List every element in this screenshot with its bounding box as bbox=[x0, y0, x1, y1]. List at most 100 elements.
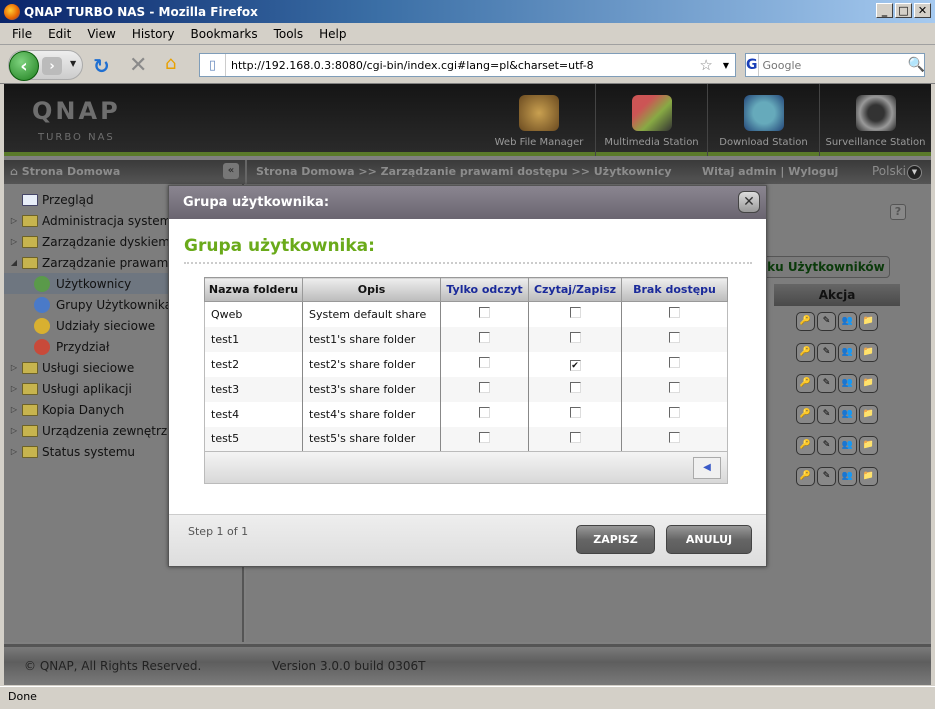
google-engine-icon[interactable]: G bbox=[746, 54, 759, 76]
expand-icon[interactable]: ▷ bbox=[8, 237, 20, 246]
key-icon[interactable]: 🔑 bbox=[796, 374, 815, 393]
language-label[interactable]: Polski bbox=[872, 164, 906, 178]
edit-icon[interactable]: ✎ bbox=[817, 374, 836, 393]
key-icon[interactable]: 🔑 bbox=[796, 405, 815, 424]
group-icon[interactable]: 👥 bbox=[838, 374, 857, 393]
menu-view[interactable]: View bbox=[79, 27, 123, 41]
stop-icon[interactable]: ✕ bbox=[129, 53, 147, 78]
expand-icon[interactable]: ▷ bbox=[8, 405, 20, 414]
edit-icon[interactable]: ✎ bbox=[817, 436, 836, 455]
expand-icon[interactable]: ▷ bbox=[8, 384, 20, 393]
url-dropdown-icon[interactable]: ▼ bbox=[723, 61, 729, 70]
folder-description: test4's share folder bbox=[302, 401, 441, 427]
group-icon[interactable]: 👥 bbox=[838, 467, 857, 486]
read-only-checkbox[interactable] bbox=[479, 357, 490, 368]
app-download-station[interactable]: Download Station bbox=[707, 84, 819, 156]
key-icon[interactable]: 🔑 bbox=[796, 436, 815, 455]
read-only-checkbox[interactable] bbox=[479, 332, 490, 343]
menu-help[interactable]: Help bbox=[311, 27, 354, 41]
back-button[interactable]: ‹ bbox=[9, 51, 39, 81]
group-icon[interactable]: 👥 bbox=[838, 312, 857, 331]
sidebar-home-link[interactable]: ⌂ Strona Domowa bbox=[10, 165, 120, 178]
dialog-close-button[interactable]: ✕ bbox=[738, 191, 760, 213]
user-list-tab[interactable]: lku Użytkowników bbox=[756, 256, 890, 278]
home-icon[interactable]: ⌂ bbox=[165, 53, 176, 74]
read-write-checkbox[interactable] bbox=[569, 332, 581, 343]
edit-icon[interactable]: ✎ bbox=[817, 343, 836, 362]
read-only-checkbox[interactable] bbox=[479, 407, 490, 418]
breadcrumb[interactable]: Strona Domowa >> Zarządzanie prawami dos… bbox=[256, 165, 672, 178]
read-write-checkbox[interactable] bbox=[569, 407, 581, 418]
url-bar[interactable]: ▯ http://192.168.0.3:8080/cgi-bin/index.… bbox=[199, 53, 736, 77]
help-icon[interactable]: ? bbox=[890, 204, 906, 220]
menu-edit[interactable]: Edit bbox=[40, 27, 79, 41]
app-surveillance-station[interactable]: Surveillance Station bbox=[819, 84, 931, 156]
collapse-icon[interactable]: ◢ bbox=[8, 258, 20, 267]
app-web-file-manager[interactable]: Web File Manager bbox=[483, 84, 595, 156]
edit-icon[interactable]: ✎ bbox=[817, 312, 836, 331]
col-read-write[interactable]: Czytaj/Zapisz bbox=[528, 277, 622, 302]
no-access-checkbox[interactable] bbox=[669, 382, 680, 393]
col-no-access[interactable]: Brak dostępu bbox=[621, 277, 728, 302]
key-icon[interactable]: 🔑 bbox=[796, 312, 815, 331]
sidebar-item-label: Usługi aplikacji bbox=[42, 381, 132, 396]
reload-icon[interactable]: ↻ bbox=[93, 54, 110, 78]
collapse-sidebar-button[interactable]: « bbox=[223, 163, 239, 179]
close-button[interactable]: ✕ bbox=[914, 3, 931, 18]
menu-file[interactable]: File bbox=[4, 27, 40, 41]
language-dropdown-icon[interactable]: ▼ bbox=[907, 165, 922, 180]
no-access-checkbox[interactable] bbox=[669, 307, 680, 319]
sidebar-item-label: Urządzenia zewnętrzne bbox=[42, 423, 183, 438]
expand-icon[interactable]: ▷ bbox=[8, 447, 20, 456]
share-icon[interactable]: 📁 bbox=[859, 436, 878, 455]
expand-icon[interactable]: ▷ bbox=[8, 363, 20, 372]
group-icon[interactable]: 👥 bbox=[838, 405, 857, 424]
no-access-checkbox[interactable] bbox=[669, 357, 680, 368]
group-icon[interactable]: 👥 bbox=[838, 436, 857, 455]
search-input[interactable] bbox=[758, 58, 908, 72]
read-write-checkbox[interactable]: ✔ bbox=[569, 359, 581, 371]
edit-icon[interactable]: ✎ bbox=[817, 405, 836, 424]
minimize-button[interactable]: _ bbox=[876, 3, 893, 18]
share-icon[interactable]: 📁 bbox=[859, 343, 878, 362]
history-dropdown-icon[interactable]: ▼ bbox=[70, 59, 76, 68]
col-read-only[interactable]: Tylko odczyt bbox=[440, 277, 529, 302]
read-only-checkbox[interactable] bbox=[479, 382, 490, 393]
group-icon[interactable]: 👥 bbox=[838, 343, 857, 362]
maximize-button[interactable]: □ bbox=[895, 3, 912, 18]
search-icon[interactable]: 🔍 bbox=[908, 57, 925, 73]
url-text[interactable]: http://192.168.0.3:8080/cgi-bin/index.cg… bbox=[226, 59, 699, 72]
window-title-bar: QNAP TURBO NAS - Mozilla Firefox _ □ ✕ bbox=[0, 0, 935, 23]
share-icon[interactable]: 📁 bbox=[859, 374, 878, 393]
share-icon[interactable]: 📁 bbox=[859, 405, 878, 424]
user-group-dialog: Grupa użytkownika: ✕ Grupa użytkownika: … bbox=[168, 185, 767, 567]
read-write-checkbox[interactable] bbox=[569, 431, 581, 443]
expand-icon[interactable]: ▷ bbox=[8, 216, 20, 225]
app-multimedia-station[interactable]: Multimedia Station bbox=[595, 84, 707, 156]
prev-page-button[interactable]: ◀ bbox=[693, 457, 721, 479]
edit-icon[interactable]: ✎ bbox=[817, 467, 836, 486]
no-access-checkbox[interactable] bbox=[669, 332, 680, 343]
share-icon[interactable]: 📁 bbox=[859, 312, 878, 331]
forward-button[interactable]: › bbox=[42, 57, 62, 75]
checkbox-cell: ✔ bbox=[528, 351, 622, 377]
expand-icon[interactable]: ▷ bbox=[8, 426, 20, 435]
read-write-checkbox[interactable] bbox=[569, 307, 581, 319]
save-button[interactable]: ZAPISZ bbox=[576, 525, 655, 554]
dialog-title-bar: Grupa użytkownika: ✕ bbox=[169, 186, 766, 219]
menu-tools[interactable]: Tools bbox=[266, 27, 312, 41]
read-only-checkbox[interactable] bbox=[479, 307, 490, 319]
menu-bookmarks[interactable]: Bookmarks bbox=[183, 27, 266, 41]
share-icon[interactable]: 📁 bbox=[859, 467, 878, 486]
bookmark-star-icon[interactable]: ☆ bbox=[699, 56, 712, 74]
welcome-logout[interactable]: Witaj admin | Wyloguj bbox=[702, 165, 838, 178]
no-access-checkbox[interactable] bbox=[669, 431, 680, 443]
no-access-checkbox[interactable] bbox=[669, 407, 680, 418]
cancel-button[interactable]: ANULUJ bbox=[666, 525, 752, 554]
read-only-checkbox[interactable] bbox=[479, 431, 490, 443]
read-write-checkbox[interactable] bbox=[569, 382, 581, 393]
key-icon[interactable]: 🔑 bbox=[796, 343, 815, 362]
menu-history[interactable]: History bbox=[124, 27, 183, 41]
dialog-title: Grupa użytkownika: bbox=[183, 195, 330, 210]
key-icon[interactable]: 🔑 bbox=[796, 467, 815, 486]
